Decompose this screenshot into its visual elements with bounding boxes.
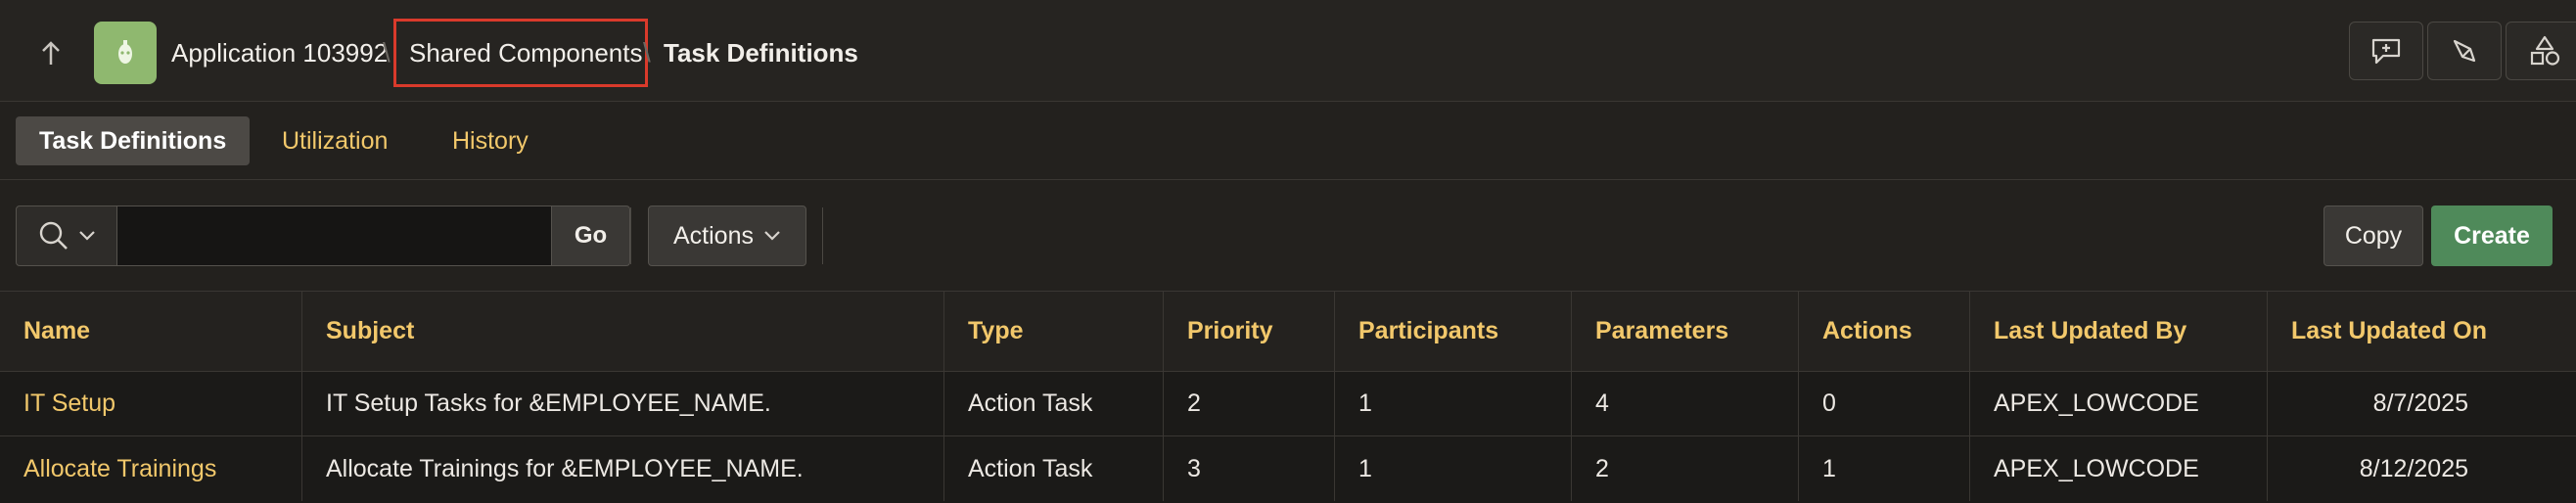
cell-priority: 2 bbox=[1163, 372, 1334, 435]
task-definitions-table: Name Subject Type Priority Participants … bbox=[0, 292, 2576, 503]
arrow-up-icon bbox=[42, 41, 60, 65]
cell-last-updated-on: 8/7/2025 bbox=[2267, 372, 2576, 435]
up-button[interactable] bbox=[22, 29, 80, 76]
cell-actions: 1 bbox=[1798, 436, 1969, 501]
breadcrumb-shared-components[interactable]: Shared Components bbox=[409, 35, 642, 70]
task-name-link[interactable]: IT Setup bbox=[0, 372, 301, 435]
shapes-icon bbox=[2530, 35, 2560, 66]
report-toolbar: Go Actions Copy Create bbox=[0, 180, 2576, 292]
chevron-down-icon bbox=[764, 231, 780, 241]
search-input[interactable] bbox=[117, 206, 552, 266]
breadcrumb-separator: \ bbox=[643, 37, 651, 68]
create-button[interactable]: Create bbox=[2431, 206, 2553, 266]
chat-plus-icon bbox=[2371, 38, 2401, 65]
breadcrumb-separator: \ bbox=[383, 37, 391, 68]
cell-last-updated-by: APEX_LOWCODE bbox=[1969, 372, 2267, 435]
tab-utilization[interactable]: Utilization bbox=[258, 116, 411, 165]
tab-history[interactable]: History bbox=[429, 116, 552, 165]
app-glyph-icon bbox=[118, 40, 132, 64]
table-row: Allocate Trainings Allocate Trainings fo… bbox=[0, 436, 2576, 501]
cell-participants: 1 bbox=[1334, 372, 1571, 435]
developer-toolbar-button[interactable] bbox=[2427, 22, 2502, 80]
actions-label: Actions bbox=[673, 221, 754, 250]
cell-last-updated-by: APEX_LOWCODE bbox=[1969, 436, 2267, 501]
go-button[interactable]: Go bbox=[552, 206, 630, 266]
column-header-participants[interactable]: Participants bbox=[1334, 292, 1571, 371]
pen-icon bbox=[2453, 39, 2476, 63]
table-row: IT Setup IT Setup Tasks for &EMPLOYEE_NA… bbox=[0, 372, 2576, 436]
breadcrumb-current: Task Definitions bbox=[664, 38, 858, 68]
cell-priority: 3 bbox=[1163, 436, 1334, 501]
column-header-priority[interactable]: Priority bbox=[1163, 292, 1334, 371]
cell-participants: 1 bbox=[1334, 436, 1571, 501]
search-column-menu[interactable] bbox=[16, 206, 117, 266]
breadcrumb-bar: Application 103992 \ Shared Components \… bbox=[0, 0, 2576, 102]
column-header-name[interactable]: Name bbox=[0, 292, 301, 371]
column-header-last-updated-on[interactable]: Last Updated On bbox=[2267, 292, 2576, 371]
search-icon bbox=[39, 221, 68, 250]
cell-type: Action Task bbox=[943, 436, 1163, 501]
task-name-link[interactable]: Allocate Trainings bbox=[0, 436, 301, 501]
cell-parameters: 4 bbox=[1571, 372, 1798, 435]
cell-subject: IT Setup Tasks for &EMPLOYEE_NAME. bbox=[301, 372, 943, 435]
toolbar-divider bbox=[630, 207, 631, 264]
cell-actions: 0 bbox=[1798, 372, 1969, 435]
column-header-type[interactable]: Type bbox=[943, 292, 1163, 371]
tab-task-definitions[interactable]: Task Definitions bbox=[16, 116, 251, 165]
column-header-parameters[interactable]: Parameters bbox=[1571, 292, 1798, 371]
cell-subject: Allocate Trainings for &EMPLOYEE_NAME. bbox=[301, 436, 943, 501]
app-icon[interactable] bbox=[94, 22, 157, 84]
breadcrumb-app[interactable]: Application 103992 bbox=[171, 35, 388, 70]
column-header-last-updated-by[interactable]: Last Updated By bbox=[1969, 292, 2267, 371]
copy-button[interactable]: Copy bbox=[2323, 206, 2423, 266]
toolbar-divider bbox=[822, 207, 823, 264]
cell-parameters: 2 bbox=[1571, 436, 1798, 501]
tab-bar: Task Definitions Utilization History bbox=[0, 102, 2576, 180]
column-header-subject[interactable]: Subject bbox=[301, 292, 943, 371]
search-group: Go bbox=[16, 206, 630, 266]
shared-components-button[interactable] bbox=[2506, 22, 2576, 80]
chevron-down-icon bbox=[79, 231, 95, 241]
table-header-row: Name Subject Type Priority Participants … bbox=[0, 292, 2576, 372]
feedback-button[interactable] bbox=[2349, 22, 2423, 80]
cell-last-updated-on: 8/12/2025 bbox=[2267, 436, 2576, 501]
column-header-actions[interactable]: Actions bbox=[1798, 292, 1969, 371]
actions-menu-button[interactable]: Actions bbox=[648, 206, 806, 266]
cell-type: Action Task bbox=[943, 372, 1163, 435]
